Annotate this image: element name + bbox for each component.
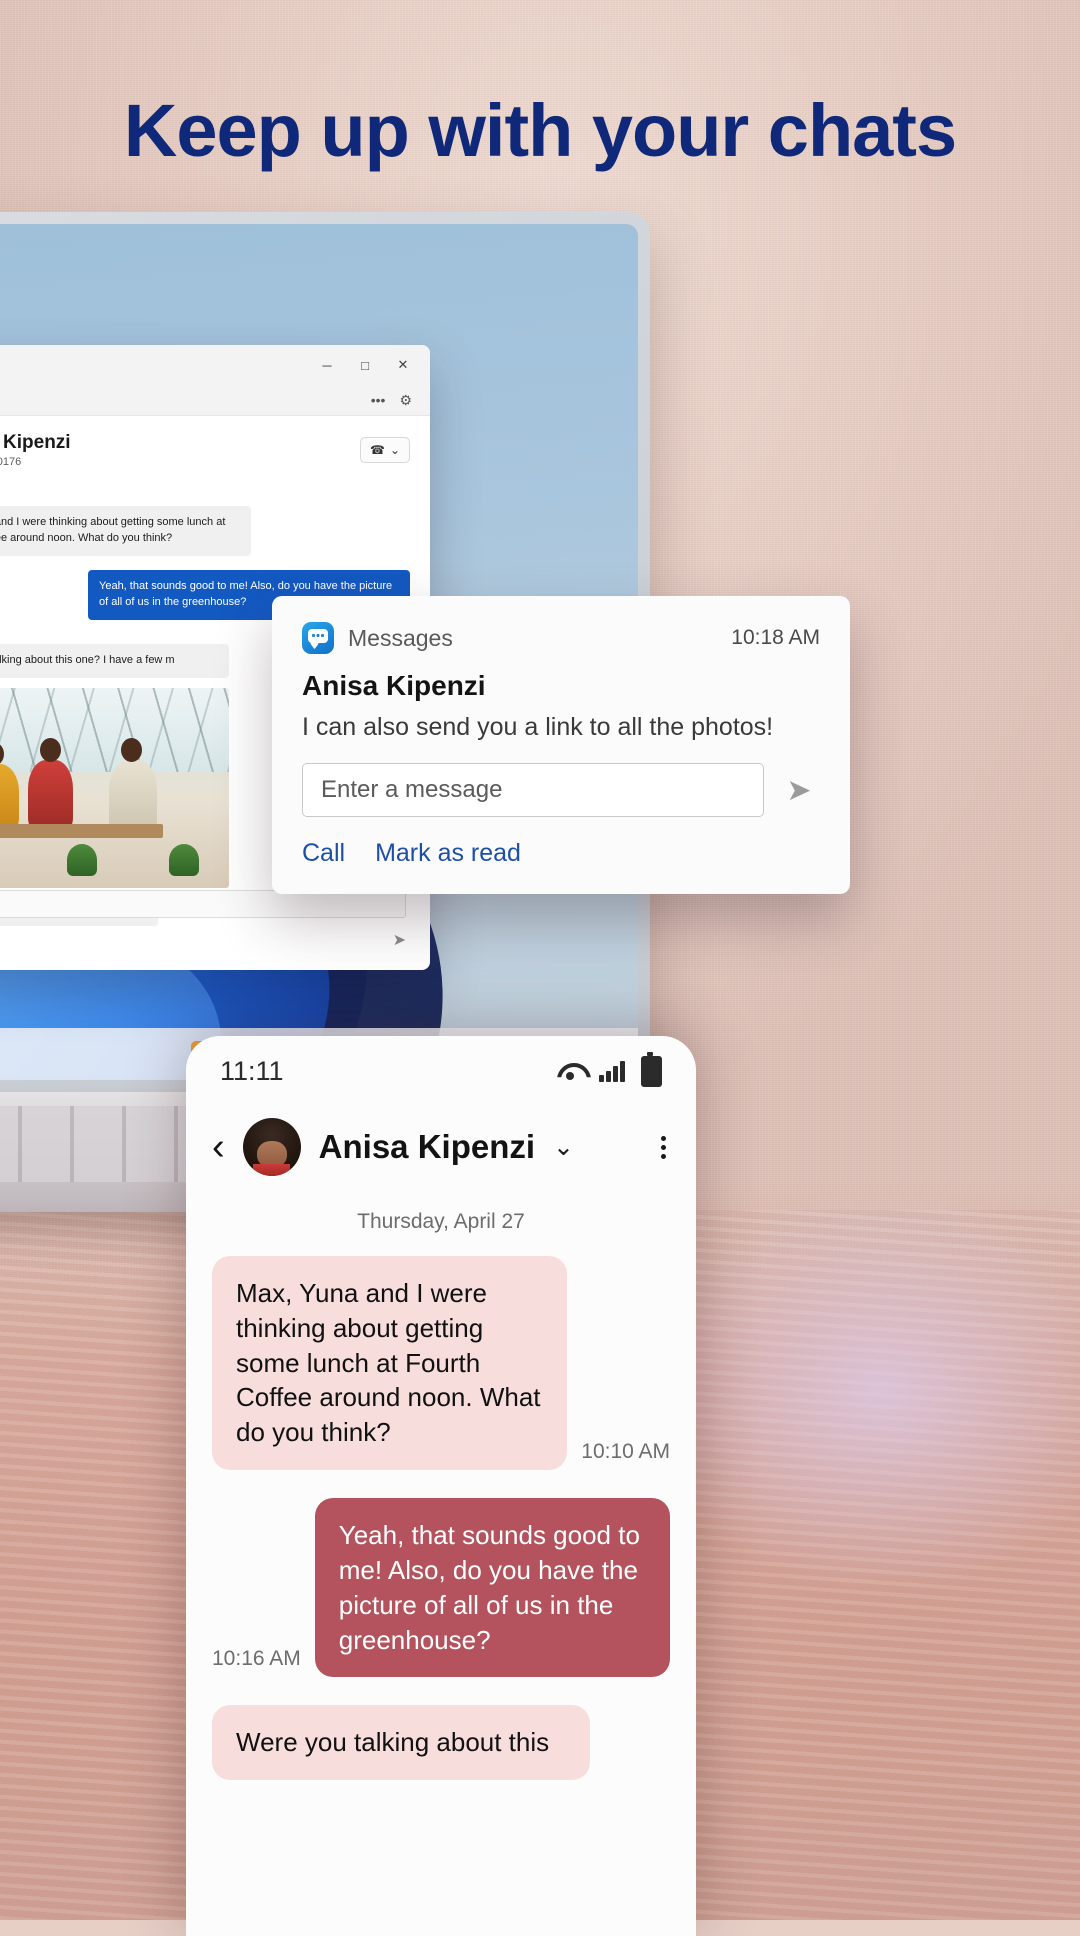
person-3-head <box>121 737 142 762</box>
avatar[interactable] <box>242 1118 301 1176</box>
message-sender: Anisa Kipenzi <box>0 630 229 641</box>
signal-icon <box>599 1060 625 1082</box>
call-action-button[interactable]: Call <box>302 839 345 868</box>
window-subbar: ••• ⚙ <box>0 385 430 416</box>
phone-icon: ☎ <box>369 443 385 457</box>
desktop-contact-phone: (415) 555-0176 <box>0 455 22 468</box>
date-divider: Thursday, April 27 <box>357 1210 525 1233</box>
desktop-contact-header: Anisa Kipenzi (415) 555-0176 ☎ ⌄ <box>0 416 430 478</box>
message-bubble-incoming: Were you talking about this one? I have … <box>0 643 229 678</box>
status-icons <box>557 1051 662 1087</box>
message-bubble-incoming: Max, Yuna and I were thinking about gett… <box>212 1256 568 1471</box>
notification-header: Messages 10:18 AM <box>302 622 820 654</box>
send-icon[interactable]: ➤ <box>393 930 406 950</box>
wifi-icon <box>557 1061 583 1081</box>
notification-app-name: Messages <box>348 624 453 651</box>
message-timestamp: 10:16 AM <box>212 1647 301 1671</box>
battery-icon <box>641 1051 662 1087</box>
message-bubble-incoming: Were you talking about this <box>212 1705 590 1781</box>
chevron-down-icon: ⌄ <box>389 443 400 457</box>
person-2 <box>28 759 73 832</box>
send-icon[interactable]: ➤ <box>778 773 820 808</box>
table <box>0 823 163 838</box>
gear-icon[interactable]: ⚙ <box>399 392 412 409</box>
call-button[interactable]: ☎ ⌄ <box>359 437 410 463</box>
person-1 <box>0 763 19 832</box>
phone-conversation-header: ‹ Anisa Kipenzi ⌄ <box>186 1106 696 1196</box>
plant-2 <box>67 843 97 876</box>
phone-status-bar: 11:11 <box>186 1036 696 1106</box>
message-bubble-incoming: Max, Yuna and I were thinking about gett… <box>0 506 251 556</box>
desktop-compose-toolbar: ☺ GIF 🖼 ➤ <box>0 928 406 952</box>
phone-contact-name: Anisa Kipenzi <box>318 1128 536 1165</box>
notification-sender: Anisa Kipenzi <box>302 670 486 701</box>
message-sender: Anisa Kipenzi <box>0 492 251 503</box>
kebab-menu-icon[interactable] <box>661 1135 666 1159</box>
phone-thread: Max, Yuna and I were thinking about gett… <box>186 1256 696 1781</box>
phone-device[interactable]: 11:11 ‹ Anisa Kipenzi ⌄ Thursday, April … <box>186 1036 696 1936</box>
message-row: Max, Yuna and I were thinking about gett… <box>212 1256 670 1471</box>
messages-icon <box>302 622 334 654</box>
message-row: Anisa Kipenzi Max, Yuna and I were think… <box>0 492 410 556</box>
mark-as-read-button[interactable]: Mark as read <box>375 839 521 868</box>
notification-time: 10:18 AM <box>731 626 820 649</box>
back-icon[interactable]: ‹ <box>212 1128 225 1166</box>
person-2-head <box>40 737 61 762</box>
greenhouse-photo[interactable] <box>0 687 229 888</box>
desktop-compose-input[interactable]: Send a message <box>0 890 406 918</box>
reply-input[interactable]: Enter a message <box>302 763 764 818</box>
desktop-contact-name: Anisa Kipenzi <box>0 432 71 454</box>
minimize-icon[interactable]: ─ <box>308 350 346 380</box>
close-icon[interactable]: ✕ <box>384 350 422 380</box>
chevron-down-icon[interactable]: ⌄ <box>553 1132 574 1162</box>
maximize-icon[interactable]: □ <box>346 350 384 380</box>
status-time: 11:11 <box>220 1055 284 1086</box>
message-bubble-outgoing: Yeah, that sounds good to me! Also, do y… <box>314 1498 670 1678</box>
reply-placeholder: Enter a message <box>321 776 503 804</box>
page-title: Keep up with your chats <box>123 89 957 172</box>
message-row: 10:16 AM Yeah, that sounds good to me! A… <box>212 1498 670 1678</box>
notification-message: I can also send you a link to all the ph… <box>302 713 774 741</box>
more-options-icon[interactable]: ••• <box>371 392 386 408</box>
notification-reply-row: Enter a message ➤ <box>302 763 820 818</box>
plant-3 <box>169 843 199 876</box>
notification-toast[interactable]: Messages 10:18 AM Anisa Kipenzi I can al… <box>272 596 850 895</box>
notification-actions: Call Mark as read <box>302 839 820 868</box>
message-timestamp: 10:10 AM <box>581 1440 670 1464</box>
greenhouse-frame <box>0 687 229 772</box>
window-titlebar: ─ □ ✕ <box>0 345 430 385</box>
